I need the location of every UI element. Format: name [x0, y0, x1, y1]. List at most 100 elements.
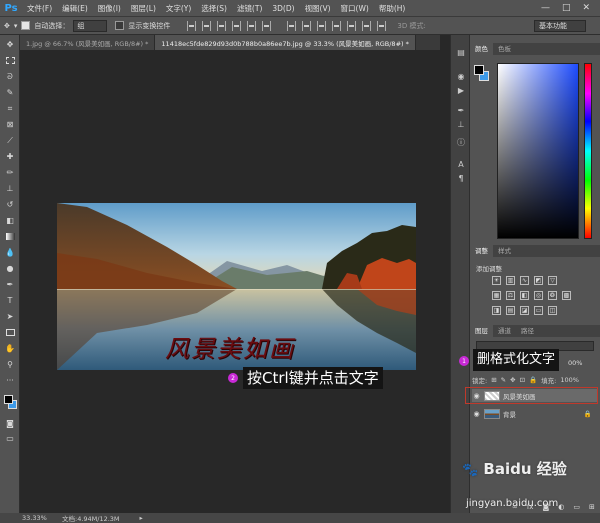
foreground-color-swatch[interactable] — [4, 395, 13, 404]
color-panel-foreground-swatch[interactable] — [474, 65, 484, 75]
brush-panel-icon[interactable]: ✒ — [455, 105, 467, 115]
menu-type[interactable]: 文字(Y) — [161, 3, 196, 14]
distribute-hcenter-icon[interactable] — [347, 20, 357, 31]
opacity-value[interactable]: 00% — [568, 359, 582, 367]
marquee-tool-icon[interactable] — [3, 55, 17, 66]
move-tool-icon[interactable]: ✥ — [4, 22, 10, 30]
align-hcenter-icon[interactable] — [247, 20, 257, 31]
document-photo[interactable]: 风景美如画 — [57, 203, 416, 370]
brush-tool-icon[interactable]: ✏ — [3, 167, 17, 178]
channel-mixer-icon[interactable]: ❂ — [548, 291, 557, 300]
gradient-map-icon[interactable]: ▭ — [534, 306, 543, 315]
exposure-icon[interactable]: ◩ — [534, 276, 543, 285]
actions-panel-icon[interactable]: ▶ — [455, 85, 467, 95]
workspace-dropdown[interactable]: 基本功能 — [534, 20, 586, 32]
photo-filter-icon[interactable]: ◎ — [534, 291, 543, 300]
curves-icon[interactable]: ∿ — [520, 276, 529, 285]
paragraph-panel-icon[interactable]: ¶ — [455, 173, 467, 183]
quick-mask-icon[interactable]: ◙ — [3, 418, 17, 429]
status-arrow-icon[interactable]: ▸ — [140, 514, 143, 522]
lock-transparent-icon[interactable]: ⊞ — [491, 376, 496, 384]
color-balance-icon[interactable]: ⚖ — [506, 291, 515, 300]
menu-image[interactable]: 图像(I) — [93, 3, 126, 14]
posterize-icon[interactable]: ▤ — [506, 306, 515, 315]
new-adjustment-icon[interactable]: ◐ — [558, 503, 564, 511]
path-selection-tool-icon[interactable]: ➤ — [3, 311, 17, 322]
tab-swatches[interactable]: 色板 — [493, 43, 516, 55]
tab-document-2[interactable]: 11418ec5fde829d93d0b788b0a86ee7b.jpg @ 3… — [155, 35, 416, 50]
lock-all-icon[interactable]: 🔒 — [529, 376, 537, 384]
photo-caption-text[interactable]: 风景美如画 — [165, 329, 295, 364]
crop-tool-icon[interactable]: ⌗ — [3, 103, 17, 114]
distribute-top-icon[interactable] — [287, 20, 297, 31]
hue-slider[interactable] — [584, 63, 592, 239]
brightness-contrast-icon[interactable]: ☀ — [492, 276, 501, 285]
move-tool-icon[interactable]: ✥ — [3, 39, 17, 50]
tab-paths[interactable]: 路径 — [516, 325, 539, 337]
align-top-icon[interactable] — [187, 20, 197, 31]
dodge-tool-icon[interactable]: ● — [3, 263, 17, 274]
tab-styles[interactable]: 样式 — [493, 245, 516, 257]
black-white-icon[interactable]: ◧ — [520, 291, 529, 300]
menu-window[interactable]: 窗口(W) — [336, 3, 374, 14]
type-tool-icon[interactable]: T — [3, 295, 17, 306]
auto-align-icon[interactable] — [377, 20, 387, 31]
visibility-eye-icon[interactable]: ◉ — [472, 409, 481, 418]
character-panel-icon[interactable]: A — [455, 159, 467, 169]
healing-brush-tool-icon[interactable]: ✚ — [3, 151, 17, 162]
tab-document-1[interactable]: 1.jpg @ 66.7% (风景美如画, RGB/8#) * — [20, 35, 156, 50]
align-left-icon[interactable] — [232, 20, 242, 31]
tool-preset-chevron-icon[interactable]: ▾ — [14, 22, 18, 30]
zoom-level[interactable]: 33.33% — [0, 514, 60, 522]
distribute-right-icon[interactable] — [362, 20, 372, 31]
menu-layer[interactable]: 图层(L) — [126, 3, 161, 14]
zoom-tool-icon[interactable]: ⚲ — [3, 359, 17, 370]
clone-source-panel-icon[interactable]: ⊥ — [455, 119, 467, 129]
close-button[interactable]: ✕ — [582, 3, 590, 13]
menu-help[interactable]: 帮助(H) — [374, 3, 411, 14]
tab-adjustments[interactable]: 调整 — [470, 245, 493, 257]
align-vcenter-icon[interactable] — [202, 20, 212, 31]
menu-select[interactable]: 选择(S) — [196, 3, 232, 14]
color-picker-field[interactable] — [497, 63, 579, 239]
eraser-tool-icon[interactable]: ◧ — [3, 215, 17, 226]
clone-stamp-tool-icon[interactable]: ⊥ — [3, 183, 17, 194]
minimize-button[interactable]: — — [541, 3, 550, 13]
eyedropper-tool-icon[interactable]: ⟋ — [3, 135, 17, 146]
lasso-tool-icon[interactable]: ᘐ — [3, 71, 17, 82]
history-brush-tool-icon[interactable]: ↺ — [3, 199, 17, 210]
fill-value[interactable]: 100% — [560, 376, 579, 384]
distribute-left-icon[interactable] — [332, 20, 342, 31]
tab-layers[interactable]: 图层 — [470, 325, 493, 337]
properties-panel-icon[interactable]: ◉ — [455, 71, 467, 81]
color-lookup-icon[interactable]: ▩ — [562, 291, 571, 300]
invert-icon[interactable]: ◨ — [492, 306, 501, 315]
new-group-icon[interactable]: ▭ — [573, 503, 580, 511]
levels-icon[interactable]: ▥ — [506, 276, 515, 285]
align-right-icon[interactable] — [262, 20, 272, 31]
threshold-icon[interactable]: ◪ — [520, 306, 529, 315]
menu-view[interactable]: 视图(V) — [300, 3, 336, 14]
blur-tool-icon[interactable]: 💧 — [3, 247, 17, 258]
maximize-button[interactable]: □ — [562, 3, 571, 13]
vibrance-icon[interactable]: ▽ — [548, 276, 557, 285]
new-layer-icon[interactable]: ⊞ — [589, 503, 595, 511]
screen-mode-icon[interactable]: ▭ — [3, 433, 17, 444]
lock-position-icon[interactable]: ✥ — [510, 376, 515, 384]
menu-3d[interactable]: 3D(D) — [267, 4, 299, 13]
distribute-bottom-icon[interactable] — [317, 20, 327, 31]
quick-select-tool-icon[interactable]: ✎ — [3, 87, 17, 98]
pen-tool-icon[interactable]: ✒ — [3, 279, 17, 290]
slice-tool-icon[interactable]: ⊠ — [3, 119, 17, 130]
transform-controls-checkbox[interactable] — [115, 21, 125, 30]
info-panel-icon[interactable]: ⓘ — [455, 137, 467, 147]
auto-select-dropdown[interactable]: 组 — [73, 19, 108, 32]
history-panel-icon[interactable]: ▤ — [455, 47, 467, 57]
hand-tool-icon[interactable]: ✋ — [3, 343, 17, 354]
distribute-vcenter-icon[interactable] — [302, 20, 312, 31]
lock-artboard-icon[interactable]: ⊡ — [520, 376, 525, 384]
menu-edit[interactable]: 编辑(E) — [57, 3, 93, 14]
tab-color[interactable]: 颜色 — [470, 43, 493, 55]
selective-color-icon[interactable]: ◫ — [548, 306, 557, 315]
edit-toolbar-icon[interactable]: ··· — [3, 375, 17, 386]
